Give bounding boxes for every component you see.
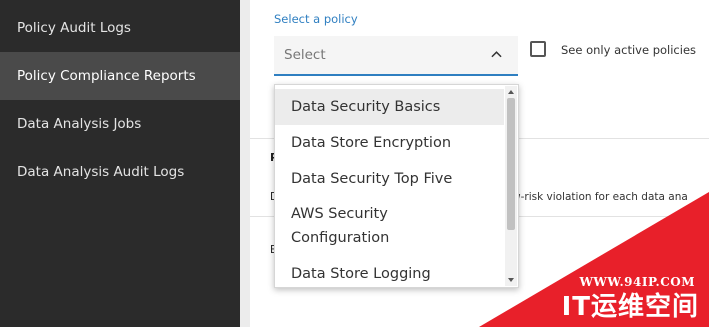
dropdown-option-label-line: Configuration (291, 230, 390, 246)
sidebar-item-policy-audit-logs[interactable]: Policy Audit Logs (0, 4, 240, 52)
sidebar-item-data-analysis-audit-logs[interactable]: Data Analysis Audit Logs (0, 148, 240, 196)
dropdown-option-data-security-basics[interactable]: Data Security Basics (275, 89, 504, 125)
watermark: WWW.94IP.COM IT运维空间 (479, 192, 709, 327)
policy-select-value: Select (284, 47, 326, 63)
chevron-up-icon (491, 51, 502, 58)
dropdown-option-label-line: AWS Security (291, 206, 388, 222)
active-policies-label: See only active policies (561, 43, 697, 57)
dropdown-option-aws-security-configuration[interactable]: AWS Security Configuration (275, 202, 504, 250)
policy-select-label: Select a policy (274, 12, 358, 26)
sidebar-item-data-analysis-jobs[interactable]: Data Analysis Jobs (0, 100, 240, 148)
scroll-up-arrow-icon[interactable] (507, 88, 515, 96)
policy-select[interactable]: Select (274, 36, 518, 76)
dropdown-option-data-store-encryption[interactable]: Data Store Encryption (275, 125, 504, 161)
sidebar: Policy Audit Logs Policy Compliance Repo… (0, 0, 240, 327)
watermark-name: IT运维空间 (561, 292, 699, 322)
dropdown-option-data-security-top-five[interactable]: Data Security Top Five (275, 161, 504, 197)
sidebar-divider (240, 0, 250, 327)
dropdown-option-data-store-logging[interactable]: Data Store Logging (275, 256, 504, 287)
active-policies-checkbox[interactable] (530, 41, 546, 57)
sidebar-item-policy-compliance-reports[interactable]: Policy Compliance Reports (0, 52, 240, 100)
